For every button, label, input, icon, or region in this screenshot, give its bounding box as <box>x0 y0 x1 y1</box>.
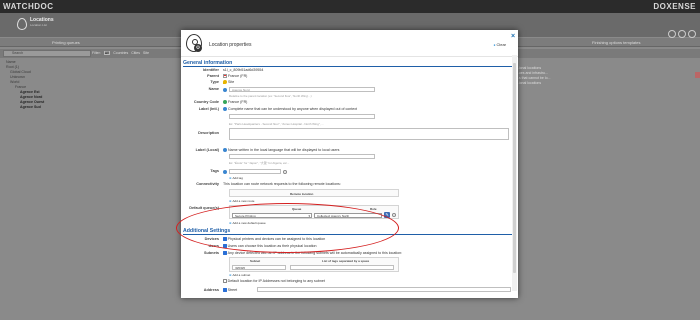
description-field[interactable] <box>229 128 509 140</box>
subnet-tags-header: List of tags separated by a space <box>322 259 370 263</box>
filter-countries[interactable]: Countries <box>113 51 128 55</box>
connectivity-text: This location can route network requests… <box>223 182 341 186</box>
label-local-hint: Name written in the local language that … <box>228 148 340 152</box>
name-label: Name <box>208 87 219 91</box>
dialog-scrollbar[interactable] <box>512 55 517 291</box>
filter-options: Filter: All Countries Cities Site <box>92 51 149 55</box>
scrollbar-thumb[interactable] <box>513 63 516 273</box>
connectivity-row: Connectivity This location can route net… <box>181 182 511 188</box>
subnet-tags-field[interactable] <box>290 265 394 270</box>
site-icon <box>223 80 227 85</box>
identifier-value: s1l_c_809b51ad6d39554 <box>223 68 264 72</box>
filter-cities[interactable]: Cities <box>131 51 140 55</box>
dialog-title: Location properties <box>209 42 252 48</box>
tree-item[interactable]: Agence Sud <box>6 105 86 110</box>
header-actions <box>668 30 696 38</box>
country-label: Country Code <box>193 100 219 104</box>
filter-label: Filter: <box>92 51 101 55</box>
location-properties-dialog: ⚙ Location properties Clear General info… <box>181 30 518 298</box>
filter-all[interactable]: All <box>103 51 111 55</box>
filter-site[interactable]: Site <box>143 51 149 55</box>
label-intl-hint: Complete name that can be understood by … <box>228 107 358 111</box>
default-queue-highlight-annotation <box>176 203 399 253</box>
gear-icon[interactable] <box>392 213 396 217</box>
role-header: Role <box>370 207 377 211</box>
subnets-label: Subnets <box>204 251 219 255</box>
finishing-templates-tab[interactable]: Finishing options templates <box>592 40 640 45</box>
add-route-button[interactable]: Add a new route <box>229 199 255 203</box>
location-tree: Name Root (1) Global Cloud Unknown World… <box>6 60 86 110</box>
general-section-title: General information <box>183 60 513 67</box>
add-subnet-button[interactable]: Add a subnet <box>229 273 251 277</box>
list-item: ...ional locations <box>516 81 542 85</box>
address-field[interactable] <box>257 287 511 292</box>
flag-icon <box>223 74 227 79</box>
connectivity-label: Connectivity <box>196 182 219 186</box>
address-checkbox[interactable] <box>223 288 227 292</box>
user-icon[interactable] <box>688 30 696 38</box>
default-ip-text: Default location for IP Addresses not be… <box>227 279 325 283</box>
page-subtitle: Location List <box>30 23 47 27</box>
default-ip-row: Default location for IP Addresses not be… <box>181 279 511 285</box>
tags-label: Tags <box>210 169 219 173</box>
info-icon <box>223 88 227 92</box>
label-intl-label: Label (Intl.) <box>198 107 219 111</box>
subnets-checkbox[interactable] <box>223 251 227 255</box>
type-row: Type Site <box>181 80 511 86</box>
default-ip-checkbox[interactable] <box>223 279 227 283</box>
top-bar: WATCHDOC DOXENSE <box>0 0 700 13</box>
routes-table: Remote location <box>229 189 399 197</box>
subnets-table: Subnet List of tags separated by a space… <box>229 257 399 272</box>
type-value: Site <box>228 80 235 84</box>
close-icon[interactable]: × <box>511 33 515 40</box>
subnet-header: Subnet <box>250 259 261 263</box>
printing-queues-tab[interactable]: Printing queues <box>52 40 80 45</box>
address-label: Address <box>203 288 219 292</box>
location-description-list: ...ional locations ...ues and infrastru.… <box>516 66 606 86</box>
name-field[interactable]: Agence Nord <box>229 87 375 92</box>
info-icon <box>223 107 227 112</box>
label-intl-example: Ex: "Paris Headquarters - Second floor",… <box>229 122 324 126</box>
identifier-label: Identifier <box>202 68 219 72</box>
name-hint: Relative to the parent location (ex: 'Se… <box>229 94 312 98</box>
location-icon <box>17 18 27 30</box>
gear-icon: ⚙ <box>194 44 202 52</box>
parent-value[interactable]: France (FR) <box>228 74 247 78</box>
watchdoc-logo: WATCHDOC <box>3 2 54 11</box>
add-tag-button[interactable]: Add tag <box>229 176 243 180</box>
subnet-field[interactable]: /0/0/0/0 <box>232 265 286 270</box>
refresh-icon[interactable] <box>668 30 676 38</box>
search-input[interactable]: Search <box>3 50 91 57</box>
description-label: Description <box>198 131 219 135</box>
edge-tab <box>695 72 700 78</box>
settings-icon[interactable] <box>678 30 686 38</box>
label-local-field[interactable] <box>229 154 375 159</box>
info-icon <box>223 148 227 153</box>
label-intl-row: Label (Intl.) Complete name that can be … <box>181 107 511 113</box>
clear-button[interactable]: Clear <box>493 42 506 47</box>
tag-icon <box>223 170 227 174</box>
remote-location-header: Remote location <box>290 191 314 196</box>
address-value: Street <box>227 288 238 292</box>
label-intl-field[interactable] <box>229 114 375 119</box>
gear-icon[interactable] <box>283 170 287 174</box>
label-local-label: Label (Local) <box>195 148 219 152</box>
dialog-header: ⚙ Location properties Clear <box>181 30 518 57</box>
doxense-logo: DOXENSE <box>653 2 696 11</box>
type-label: Type <box>210 80 219 84</box>
tags-field[interactable] <box>229 169 281 174</box>
country-row: Country Code France (FR) <box>181 100 511 106</box>
country-value[interactable]: France (FR) <box>228 100 247 104</box>
label-local-example: Ex: "École" for "Japon", "大阪" for Algeri… <box>229 161 290 165</box>
globe-icon <box>223 100 227 105</box>
parent-label: Parent <box>207 74 219 78</box>
